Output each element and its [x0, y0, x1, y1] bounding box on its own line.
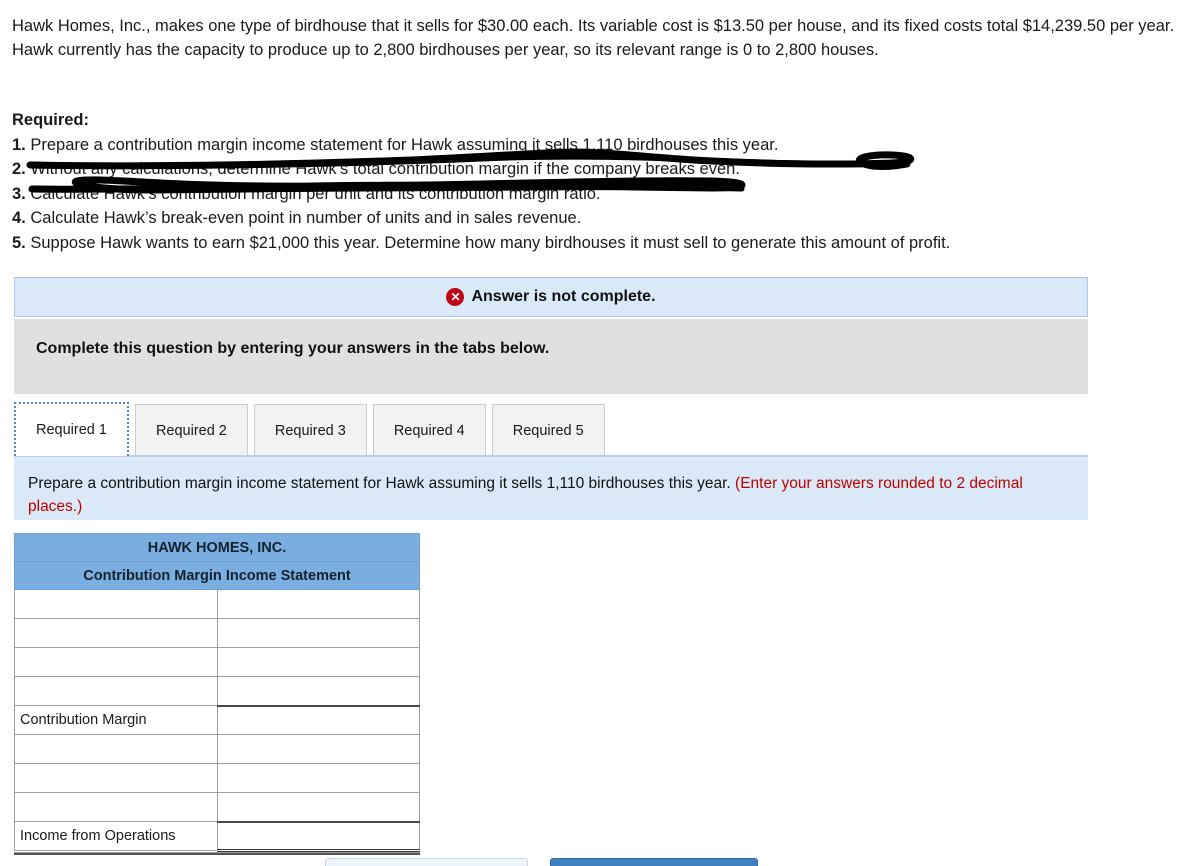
table-row [14, 618, 420, 648]
primary-button[interactable] [550, 858, 758, 866]
table-row [14, 792, 420, 823]
table-row [14, 589, 420, 619]
tab-required-2-label: Required 2 [155, 422, 227, 439]
table-row [14, 734, 420, 764]
table-company-title: HAWK HOMES, INC. [14, 533, 420, 562]
row-value-6[interactable] [216, 734, 420, 764]
table-row: Income from Operations [14, 821, 420, 852]
required-item-4: 4. Calculate Hawk’s break-even point in … [12, 206, 1180, 231]
row-value-7[interactable] [216, 763, 420, 793]
required-item-5-text: Suppose Hawk wants to earn $21,000 this … [30, 233, 951, 252]
required-item-4-text: Calculate Hawk’s break-even point in num… [30, 209, 582, 227]
row-label-3[interactable] [14, 647, 218, 677]
error-x-icon: ✕ [446, 288, 465, 306]
row-label-1[interactable] [14, 589, 218, 619]
row-label-8[interactable] [14, 792, 218, 822]
row-label-4[interactable] [14, 676, 218, 706]
table-row: Contribution Margin [14, 705, 420, 735]
row-label-contribution-margin[interactable]: Contribution Margin [14, 705, 218, 735]
tab-required-3-label: Required 3 [274, 422, 346, 439]
required-item-2-text: Without any calculations, determine Hawk… [30, 160, 740, 178]
secondary-button[interactable] [325, 858, 528, 866]
row-value-income-from-operations[interactable] [216, 821, 420, 852]
required-item-3: 3. Calculate Hawk’s contribution margin … [12, 182, 1180, 207]
alert-message: Answer is not complete. [471, 288, 656, 305]
required-item-5: 5. Suppose Hawk wants to earn $21,000 th… [12, 231, 1180, 256]
row-value-8[interactable] [216, 792, 420, 823]
required-heading: Required: [12, 111, 90, 129]
required-item-3-number: 3. [12, 184, 26, 203]
required-item-1-number: 1. [12, 135, 26, 154]
required-item-1-text: Prepare a contribution margin income sta… [30, 135, 779, 154]
row-value-contribution-margin[interactable] [216, 705, 420, 735]
required-item-5-number: 5. [12, 233, 26, 252]
instruction-banner: Complete this question by entering your … [14, 319, 1088, 394]
row-label-7[interactable] [14, 763, 218, 793]
required-item-2-number: 2. [12, 160, 26, 178]
tab-required-5-label: Required 5 [512, 422, 584, 439]
tab-bar: Required 1 Required 2 Required 3 Require… [14, 402, 611, 456]
alert-inner: ✕ Answer is not complete. [446, 288, 656, 306]
row-label-2[interactable] [14, 618, 218, 648]
answer-status-banner: ✕ Answer is not complete. [14, 277, 1088, 317]
row-value-1[interactable] [216, 589, 420, 619]
row-label-income-from-operations[interactable]: Income from Operations [14, 821, 218, 851]
tab-required-3[interactable]: Required 3 [253, 404, 367, 456]
table-bottom-edge [14, 852, 420, 855]
tab-instruction-text: Prepare a contribution margin income sta… [28, 472, 1072, 518]
row-label-6[interactable] [14, 734, 218, 764]
problem-statement: Hawk Homes, Inc., makes one type of bird… [12, 17, 1175, 59]
instruction-banner-text: Complete this question by entering your … [36, 340, 550, 357]
table-title-row-1: HAWK HOMES, INC. [14, 533, 420, 562]
table-row [14, 676, 420, 707]
row-value-4[interactable] [216, 676, 420, 707]
required-item-4-number: 4. [12, 209, 26, 227]
tab-required-4-label: Required 4 [393, 422, 465, 439]
contribution-margin-table: HAWK HOMES, INC. Contribution Margin Inc… [14, 533, 420, 852]
tab-required-1-label: Required 1 [36, 422, 107, 438]
required-item-1: 1. Prepare a contribution margin income … [12, 133, 1180, 158]
contribution-margin-table-body: HAWK HOMES, INC. Contribution Margin Inc… [14, 533, 420, 852]
table-statement-title: Contribution Margin Income Statement [14, 561, 420, 590]
page-root: Hawk Homes, Inc., makes one type of bird… [0, 0, 1200, 866]
row-value-3[interactable] [216, 647, 420, 677]
tab-instruction-panel: Prepare a contribution margin income sta… [14, 457, 1088, 520]
tab-required-5[interactable]: Required 5 [491, 404, 605, 456]
tab-instruction-main: Prepare a contribution margin income sta… [28, 475, 736, 492]
required-item-2: 2. Without any calculations, determine H… [12, 157, 1180, 182]
tab-required-4[interactable]: Required 4 [372, 404, 486, 456]
required-item-3-text: Calculate Hawk’s contribution margin per… [30, 184, 601, 203]
table-row [14, 763, 420, 793]
table-title-row-2: Contribution Margin Income Statement [14, 561, 420, 590]
table-row [14, 647, 420, 677]
tab-required-1[interactable]: Required 1 [14, 402, 129, 456]
required-section: Required: 1. Prepare a contribution marg… [12, 108, 1180, 255]
tab-required-2[interactable]: Required 2 [134, 404, 248, 456]
row-value-2[interactable] [216, 618, 420, 648]
